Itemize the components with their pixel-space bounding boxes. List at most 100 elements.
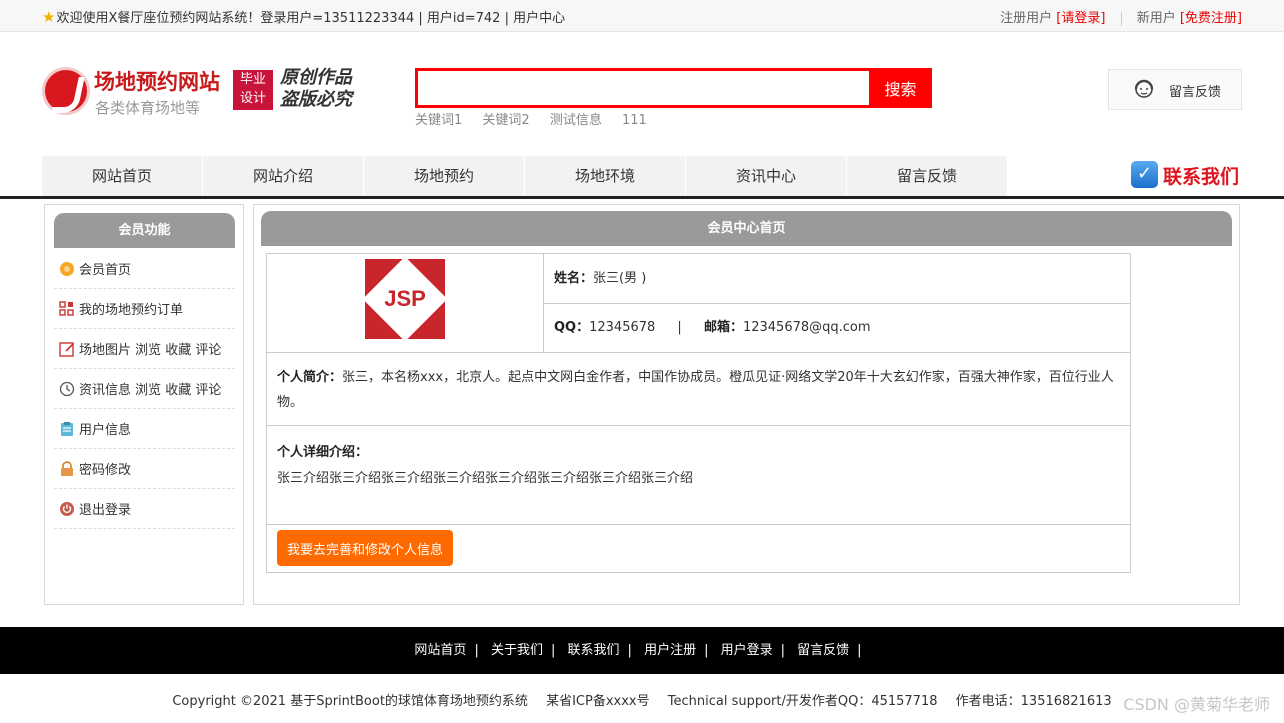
newuser-label: 新用户: [1136, 11, 1176, 26]
badge-line-1: 毕业: [239, 72, 266, 87]
footer-separator: |: [780, 643, 786, 658]
top-bar: ★欢迎使用X餐厅座位预约网站系统！登录用户=13511223344 | 用户id…: [0, 0, 1284, 32]
member-sidebar: 会员功能 会员首页 我的场地预约订单 场地图片 浏览 收藏 评论 资讯信息 浏览…: [44, 204, 244, 605]
power-icon: [60, 501, 74, 516]
account-links: 注册用户 [请登录] 新用户 [免费注册]: [1000, 7, 1242, 26]
footer-link-feedback[interactable]: 留言反馈: [797, 643, 849, 658]
site-subtitle: 各类体育场地等: [95, 99, 201, 117]
customer-service-icon: [1134, 79, 1154, 98]
footer-separator: |: [857, 643, 862, 658]
nav-divider: [0, 196, 1284, 199]
divider: [1120, 11, 1122, 26]
phone-text: 作者电话：13516821613: [955, 694, 1112, 709]
order-icon: [59, 300, 74, 316]
name-row: 姓名：张三(男 ): [544, 254, 1130, 304]
contact-divider: |: [677, 320, 682, 335]
icp-text: 某省ICP备xxxx号: [546, 694, 650, 709]
sidebar-item-label: 场地图片 浏览 收藏 评论: [79, 343, 222, 358]
check-icon: [1131, 161, 1158, 188]
nav-item-environment[interactable]: 场地环境: [525, 156, 686, 196]
clipboard-icon: [61, 421, 73, 436]
welcome-message[interactable]: 欢迎使用X餐厅座位预约网站系统！登录用户=13511223344 | 用户id=…: [56, 11, 565, 26]
sidebar-item-venue-images[interactable]: 场地图片 浏览 收藏 评论: [54, 329, 235, 369]
sidebar-item-logout[interactable]: 退出登录: [54, 489, 235, 529]
avatar-cell: JSP: [267, 254, 544, 353]
avatar: JSP: [365, 259, 445, 339]
hotword-link[interactable]: 关键词1: [415, 113, 462, 128]
intro-label: 个人简介：: [277, 370, 343, 385]
copyright-line: Copyright ©2021 基于SprintBoot的球馆体育场地预约系统 …: [0, 690, 1284, 709]
home-icon: [60, 261, 74, 276]
sidebar-item-label: 会员首页: [79, 263, 132, 278]
avatar-text: JSP: [384, 286, 426, 311]
footer-separator: |: [550, 643, 556, 658]
hotwords: 关键词1 关键词2 测试信息 111: [415, 109, 663, 128]
sidebar-item-orders[interactable]: 我的场地预约订单: [54, 289, 235, 329]
sidebar-item-label: 退出登录: [79, 503, 132, 518]
name-value: 张三(男 ): [593, 271, 647, 286]
main-nav: 网站首页 网站介绍 场地预约 场地环境 资讯中心 留言反馈: [42, 156, 1008, 196]
detail-label: 个人详细介绍：: [277, 445, 369, 460]
name-label: 姓名：: [554, 271, 594, 286]
profile-card: JSP 姓名：张三(男 ) QQ：12345678 | 邮箱：12345678@…: [266, 253, 1131, 573]
sidebar-item-password[interactable]: 密码修改: [54, 449, 235, 489]
nav-item-feedback[interactable]: 留言反馈: [847, 156, 1008, 196]
sidebar-item-label: 密码修改: [79, 463, 132, 478]
logo-icon[interactable]: [42, 67, 90, 115]
panel-title: 会员中心首页: [261, 211, 1232, 246]
signup-link[interactable]: [免费注册]: [1180, 11, 1242, 26]
sidebar-item-news[interactable]: 资讯信息 浏览 收藏 评论: [54, 369, 235, 409]
edit-icon: [59, 341, 74, 357]
sidebar-item-label: 我的场地预约订单: [79, 303, 184, 318]
search-input[interactable]: [415, 68, 870, 108]
slogan-line-2: 盗版必究: [280, 89, 352, 110]
badge-line-2: 设计: [239, 91, 266, 106]
detail-row: 个人详细介绍： 张三介绍张三介绍张三介绍张三介绍张三介绍张三介绍张三介绍张三介绍: [267, 426, 1130, 525]
copyright-text: Copyright ©2021 基于SprintBoot的球馆体育场地预约系统: [172, 694, 528, 709]
star-icon: ★: [42, 8, 56, 26]
sidebar-title: 会员功能: [54, 213, 235, 248]
history-icon: [59, 381, 75, 396]
hotword-link[interactable]: 测试信息: [550, 113, 602, 128]
sidebar-item-label: 用户信息: [79, 423, 132, 438]
graduation-badge: 毕业 设计: [233, 70, 273, 110]
slogan: 原创作品 盗版必究: [280, 67, 352, 111]
footer-separator: |: [627, 643, 632, 658]
footer-link-login[interactable]: 用户登录: [721, 643, 773, 658]
member-center-panel: 会员中心首页 JSP 姓名：张三(男 ) QQ：12345678 | 邮箱：12…: [253, 204, 1240, 605]
hotword-link[interactable]: 关键词2: [482, 113, 529, 128]
action-row: 我要去完善和修改个人信息: [267, 525, 1130, 572]
support-text: Technical support/开发作者QQ：45157718: [667, 694, 938, 709]
lock-icon: [61, 460, 73, 476]
edit-profile-button[interactable]: 我要去完善和修改个人信息: [277, 530, 454, 566]
footer-link-contact[interactable]: 联系我们: [568, 643, 620, 658]
site-title[interactable]: 场地预约网站: [94, 66, 220, 96]
hotword-link[interactable]: 111: [622, 113, 647, 128]
welcome-text: ★欢迎使用X餐厅座位预约网站系统！登录用户=13511223344 | 用户id…: [42, 7, 565, 26]
footer-link-register[interactable]: 用户注册: [644, 643, 696, 658]
login-link[interactable]: [请登录]: [1056, 11, 1105, 26]
footer-link-about[interactable]: 关于我们: [491, 643, 543, 658]
footer-nav: 网站首页 | 关于我们 | 联系我们 | 用户注册 | 用户登录 | 留言反馈 |: [0, 627, 1284, 674]
search-button[interactable]: 搜索: [869, 68, 932, 108]
sidebar-item-user-info[interactable]: 用户信息: [54, 409, 235, 449]
contact-us-label: 联系我们: [1163, 166, 1240, 188]
nav-item-booking[interactable]: 场地预约: [364, 156, 525, 196]
sidebar-menu: 会员首页 我的场地预约订单 场地图片 浏览 收藏 评论 资讯信息 浏览 收藏 评…: [54, 249, 235, 529]
nav-item-home[interactable]: 网站首页: [42, 156, 203, 196]
qq-label: QQ：: [554, 320, 590, 335]
nav-item-news[interactable]: 资讯中心: [686, 156, 847, 196]
footer-link-home[interactable]: 网站首页: [414, 643, 466, 658]
footer-separator: |: [474, 643, 479, 658]
intro-row: 个人简介：张三，本名杨xxx，北京人。起点中文网白金作者，中国作协成员。橙瓜见证…: [267, 353, 1130, 426]
footer-separator: |: [704, 643, 709, 658]
contact-row: QQ：12345678 | 邮箱：12345678@qq.com: [544, 304, 1130, 353]
qq-value: 12345678: [589, 320, 656, 335]
sidebar-item-member-home[interactable]: 会员首页: [54, 249, 235, 289]
nav-item-about[interactable]: 网站介绍: [203, 156, 364, 196]
feedback-button[interactable]: 留言反馈: [1108, 69, 1242, 110]
sidebar-item-label: 资讯信息 浏览 收藏 评论: [79, 383, 222, 398]
feedback-label: 留言反馈: [1169, 85, 1222, 100]
intro-value: 张三，本名杨xxx，北京人。起点中文网白金作者，中国作协成员。橙瓜见证·网络文学…: [277, 370, 1114, 410]
email-value: 12345678@qq.com: [742, 320, 871, 335]
